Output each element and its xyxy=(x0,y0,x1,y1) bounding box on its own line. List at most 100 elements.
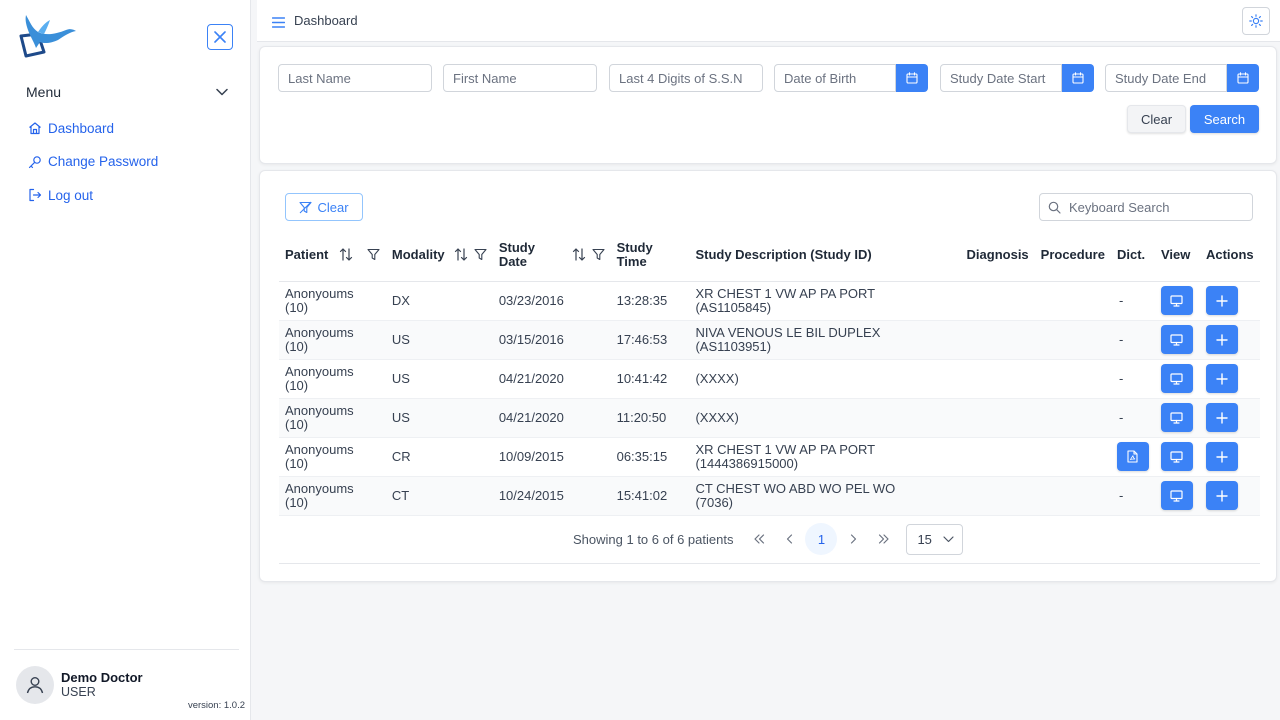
sort-icon[interactable] xyxy=(454,248,468,261)
cell-patient: Anonyoums (10) xyxy=(279,476,386,516)
calendar-icon xyxy=(1237,72,1249,84)
sort-icon[interactable] xyxy=(339,248,353,261)
cell-study-date: 04/21/2020 xyxy=(492,398,611,438)
cell-dict: - xyxy=(1110,398,1155,438)
table-row[interactable]: Anonyoums (10) US 03/15/2016 17:46:53 NIVA V… xyxy=(279,320,1260,360)
double-chevron-left-icon xyxy=(754,534,765,544)
column-modality[interactable]: Modality xyxy=(385,229,493,282)
table-row[interactable]: Anonyoums (10) US 04/21/2020 11:20:50 (XXXX)… xyxy=(279,398,1260,438)
add-action-button[interactable] xyxy=(1205,403,1238,432)
add-action-button[interactable] xyxy=(1205,481,1238,510)
table-row[interactable]: Anonyoums (10) DX 03/23/2016 13:28:35 XR CHE… xyxy=(279,281,1260,321)
cell-study-time: 10:41:42 xyxy=(610,359,690,399)
table-row[interactable]: Anonyoums (10) US 04/21/2020 10:41:42 (XXXX)… xyxy=(279,359,1260,399)
user-icon xyxy=(26,677,44,694)
avatar[interactable] xyxy=(16,666,54,704)
column-actions: Actions xyxy=(1199,229,1260,282)
cell-study-date: 10/24/2015 xyxy=(492,476,611,516)
rows-per-page-select[interactable]: 15 xyxy=(906,523,964,555)
sidebar-item-label: Dashboard xyxy=(48,120,115,136)
close-sidebar-button[interactable] xyxy=(207,24,233,50)
plus-icon xyxy=(1216,450,1228,463)
sidebar-item-logout[interactable]: Log out xyxy=(28,185,158,205)
prev-page-button[interactable] xyxy=(774,524,805,555)
pagination-summary: Showing 1 to 6 of 6 patients xyxy=(573,531,734,547)
study-start-calendar-button[interactable] xyxy=(1062,64,1094,92)
cell-study-time: 06:35:15 xyxy=(610,437,690,477)
plus-icon xyxy=(1216,411,1228,424)
view-study-button[interactable] xyxy=(1160,325,1193,354)
last-name-input[interactable] xyxy=(278,64,432,92)
study-end-calendar-button[interactable] xyxy=(1227,64,1259,92)
sidebar-item-label: Log out xyxy=(48,187,94,203)
add-action-button[interactable] xyxy=(1205,364,1238,393)
last-page-button[interactable] xyxy=(868,524,899,555)
theme-toggle-button[interactable] xyxy=(1242,7,1270,35)
table-row[interactable]: Anonyoums (10) CR 10/09/2015 06:35:15 XR CHE… xyxy=(279,437,1260,477)
first-name-input[interactable] xyxy=(443,64,597,92)
monitor-icon xyxy=(1170,489,1184,502)
monitor-icon xyxy=(1170,411,1184,424)
sort-icon[interactable] xyxy=(572,248,586,261)
sidebar-item-dashboard[interactable]: Dashboard xyxy=(28,118,158,138)
plus-icon xyxy=(1216,489,1228,502)
add-action-button[interactable] xyxy=(1205,442,1238,471)
key-icon xyxy=(28,155,41,168)
view-study-button[interactable] xyxy=(1160,364,1193,393)
page-number-button[interactable]: 1 xyxy=(805,523,838,555)
cell-description: XR CHEST 1 VW AP PA PORT (AS1105845) xyxy=(689,281,961,321)
first-page-button[interactable] xyxy=(743,524,774,555)
pagination: Showing 1 to 6 of 6 patients 1 15 xyxy=(573,523,964,555)
cell-patient: Anonyoums (10) xyxy=(279,320,386,360)
sidebar-item-label: Change Password xyxy=(48,154,159,169)
add-action-button[interactable] xyxy=(1205,286,1238,315)
view-study-button[interactable] xyxy=(1160,481,1193,510)
chevron-down-icon xyxy=(216,88,228,96)
study-date-start-input[interactable] xyxy=(940,64,1062,92)
add-action-button[interactable] xyxy=(1205,325,1238,354)
cell-dict: - xyxy=(1110,281,1155,321)
filter-icon[interactable] xyxy=(367,248,380,261)
clear-search-button[interactable]: Clear xyxy=(1127,105,1186,133)
monitor-icon xyxy=(1170,333,1184,346)
cell-study-date: 10/09/2015 xyxy=(492,437,611,477)
clear-filters-button[interactable]: Clear xyxy=(285,193,363,221)
cell-procedure xyxy=(1034,359,1111,399)
cell-procedure xyxy=(1034,476,1111,516)
table-row[interactable]: Anonyoums (10) CT 10/24/2015 15:41:02 CT CHE… xyxy=(279,476,1260,516)
cell-study-date: 03/23/2016 xyxy=(492,281,611,321)
search-button[interactable]: Search xyxy=(1190,105,1259,133)
cell-view xyxy=(1154,359,1200,399)
column-study-date[interactable]: Study Date xyxy=(492,229,611,282)
keyboard-search-input[interactable] xyxy=(1069,199,1239,215)
filter-icon[interactable] xyxy=(592,248,605,261)
sidebar-item-change-password[interactable]: Change Password xyxy=(28,152,158,172)
cell-description: (XXXX) xyxy=(689,398,961,438)
chevron-right-icon xyxy=(850,534,857,544)
menu-toggle[interactable]: Menu xyxy=(26,82,228,102)
next-page-button[interactable] xyxy=(837,524,868,555)
page-title: Dashboard xyxy=(294,13,358,28)
ssn-input[interactable] xyxy=(609,64,763,92)
column-procedure: Procedure xyxy=(1034,229,1111,282)
dob-calendar-button[interactable] xyxy=(896,64,928,92)
filter-slash-icon xyxy=(299,201,313,213)
dictation-pdf-button[interactable] xyxy=(1116,442,1149,471)
menu-button[interactable] xyxy=(271,15,286,33)
view-study-button[interactable] xyxy=(1160,286,1193,315)
view-study-button[interactable] xyxy=(1160,403,1193,432)
close-icon xyxy=(214,31,226,43)
study-date-end-input[interactable] xyxy=(1105,64,1227,92)
cell-procedure xyxy=(1034,437,1111,477)
view-study-button[interactable] xyxy=(1160,442,1193,471)
cell-description: CT CHEST WO ABD WO PEL WO (7036) xyxy=(689,476,961,516)
cell-dict: - xyxy=(1110,359,1155,399)
column-patient[interactable]: Patient xyxy=(279,229,386,282)
keyboard-search[interactable] xyxy=(1039,193,1253,221)
filter-icon[interactable] xyxy=(474,248,487,261)
calendar-icon xyxy=(906,72,918,84)
cell-actions xyxy=(1199,398,1260,438)
dob-input[interactable] xyxy=(774,64,896,92)
cell-dict: - xyxy=(1110,320,1155,360)
cell-diagnosis xyxy=(960,320,1035,360)
